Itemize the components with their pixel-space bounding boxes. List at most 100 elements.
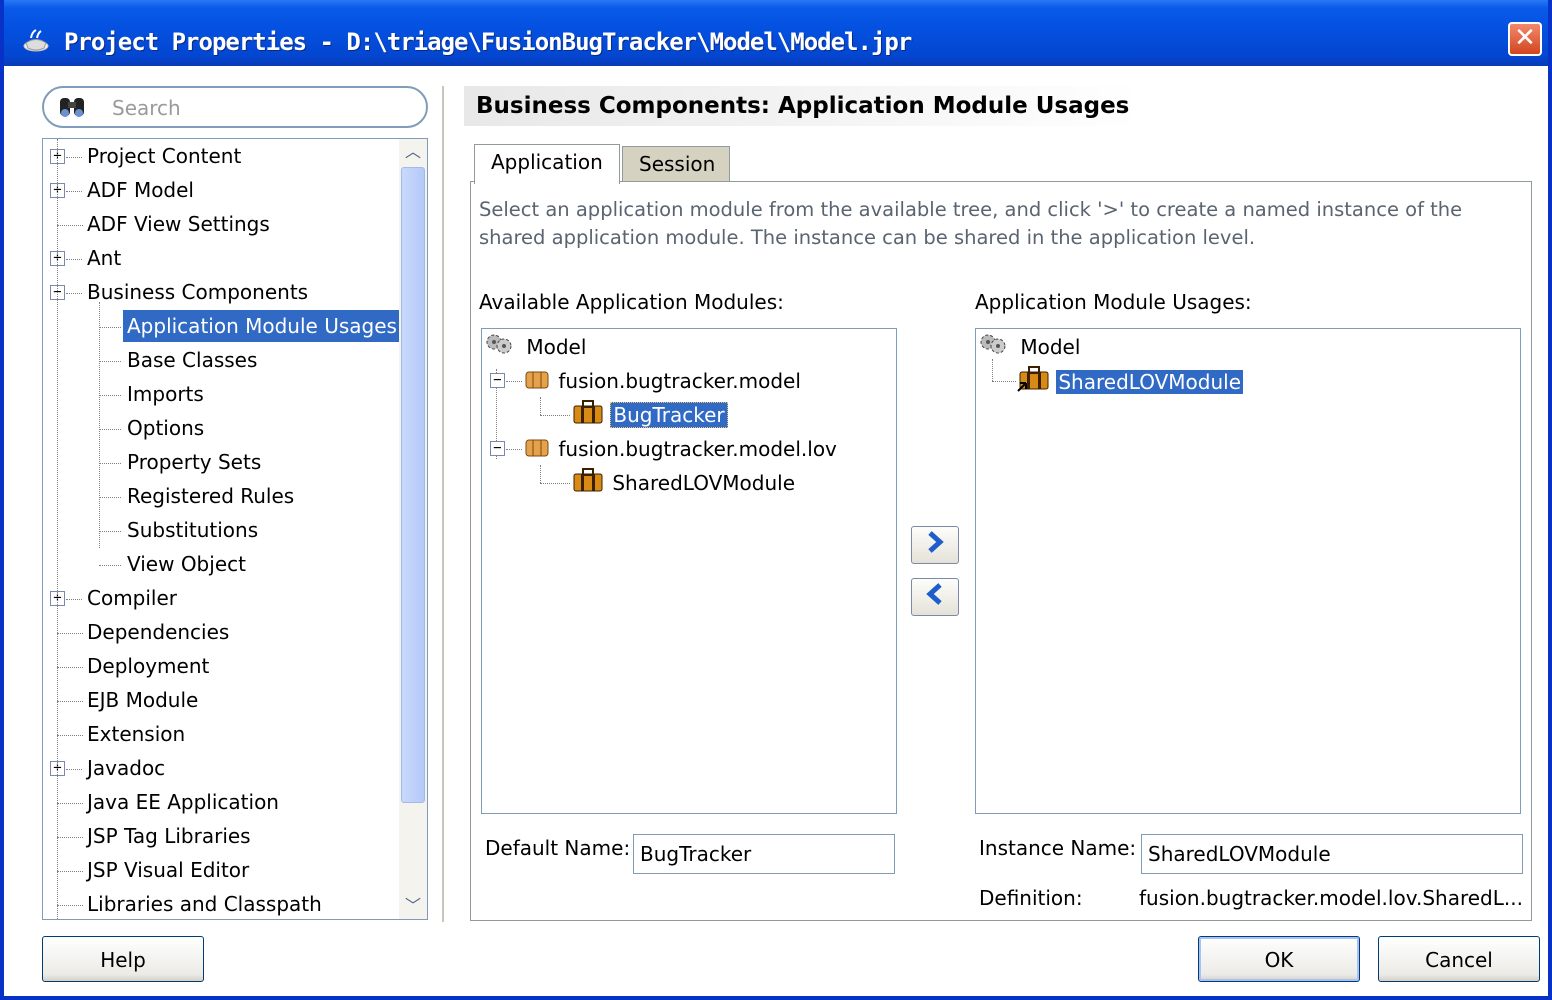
ok-button[interactable]: OK [1198,936,1360,982]
tree-usage-sharedlovmodule[interactable]: SharedLOVModule [1016,365,1243,397]
model-gears-icon [484,332,518,365]
tree-connector [57,225,83,226]
nav-item[interactable]: Application Module Usages [123,310,401,342]
tree-connector [99,327,121,328]
tree-package-model[interactable]: fusion.bugtracker.model [524,365,803,397]
dialog-footer: Help OK Cancel [4,926,1548,996]
tree-module-sharedlovmodule[interactable]: SharedLOVModule [572,467,797,499]
tree-connector [99,531,121,532]
nav-item[interactable]: Extension [83,718,189,750]
nav-item[interactable]: Libraries and Classpath [83,888,326,919]
navigation-pane: +Project Content+ADF ModelADF View Setti… [4,66,442,926]
nav-item[interactable]: View Object [123,548,250,580]
tree-connector [540,483,570,484]
definition-value: fusion.bugtracker.model.lov.SharedL... [1139,886,1523,910]
nav-item[interactable]: JSP Visual Editor [83,854,253,886]
tree-root-label: Model [1020,335,1081,359]
tree-connector [540,465,541,483]
tree-connector [66,769,82,770]
project-properties-dialog: Project Properties - D:\triage\FusionBug… [0,0,1552,1000]
tree-connector [57,667,83,668]
close-button[interactable]: ✕ [1508,22,1542,56]
tree-root-label: Model [526,335,587,359]
nav-item[interactable]: ADF View Settings [83,208,274,240]
nav-item[interactable]: JSP Tag Libraries [83,820,255,852]
available-modules-label: Available Application Modules: [479,290,784,314]
nav-item[interactable]: Property Sets [123,446,265,478]
nav-item[interactable]: Javadoc [83,752,169,784]
nav-item[interactable]: Dependencies [83,616,233,648]
chevron-left-icon [926,583,942,605]
nav-item[interactable]: Imports [123,378,208,410]
search-input[interactable] [110,94,410,122]
tree-connector [66,259,82,260]
tree-module-bugtracker[interactable]: BugTracker [572,399,728,431]
tab-application[interactable]: Application [474,144,620,184]
nav-item[interactable]: Substitutions [123,514,262,546]
tree-connector [57,905,83,906]
nav-item[interactable]: Options [123,412,208,444]
dialog-body: +Project Content+ADF ModelADF View Setti… [4,66,1548,996]
tree-connector [57,633,83,634]
tree-connector [540,415,570,416]
package-icon [524,435,550,467]
instance-name-field[interactable] [1141,834,1523,874]
tree-connector [99,429,121,430]
package-icon [524,367,550,399]
tree-connector [57,701,83,702]
tree-connector [506,381,522,382]
tree-package-model-lov[interactable]: fusion.bugtracker.model.lov [524,433,839,465]
nav-item[interactable]: Project Content [83,140,245,172]
tree-connector [57,735,83,736]
available-modules-tree[interactable]: Model − fusion.bugtracker.model BugTrack… [481,328,897,814]
remove-usage-button[interactable] [911,578,959,616]
tree-connector [540,397,541,415]
scroll-up-button[interactable]: ︿ [401,139,425,165]
expander-package-model-lov[interactable]: − [490,441,505,456]
navigation-scrollbar[interactable]: ︿ ﹀ [399,139,427,919]
nav-item[interactable]: Base Classes [123,344,261,376]
package-label: fusion.bugtracker.model [558,369,801,393]
module-label: SharedLOVModule [612,471,795,495]
tab-panel: Select an application module from the av… [470,181,1532,921]
tree-connector [57,139,58,919]
nav-item[interactable]: ADF Model [83,174,198,206]
tree-root-model[interactable]: Model [978,331,1082,363]
cancel-button[interactable]: Cancel [1378,936,1540,982]
nav-item[interactable]: Registered Rules [123,480,298,512]
tree-connector [57,871,83,872]
navigation-tree[interactable]: + Project Content + ADF Model ADF View Setti… [42,138,428,920]
tree-connector [66,157,82,158]
expander-package-model[interactable]: − [490,373,505,388]
default-name-field[interactable] [633,834,895,874]
help-button[interactable]: Help [42,936,204,982]
shared-module-icon [1016,365,1050,402]
nav-item[interactable]: Business Components [83,276,312,308]
tree-connector [99,565,121,566]
scroll-thumb[interactable] [401,167,425,803]
module-usages-tree[interactable]: Model SharedLOVModule [975,328,1521,814]
briefcase-icon [572,399,604,434]
nav-item[interactable]: Java EE Application [83,786,283,818]
tree-connector [99,497,121,498]
nav-item[interactable]: Compiler [83,582,181,614]
tree-root-model[interactable]: Model [484,331,588,363]
tab-session[interactable]: Session [622,146,730,182]
scroll-down-button[interactable]: ﹀ [401,893,425,919]
tree-connector [99,361,121,362]
nav-item[interactable]: EJB Module [83,684,202,716]
add-usage-button[interactable] [911,526,959,564]
model-gears-icon [978,332,1012,365]
nav-item[interactable]: Ant [83,242,125,274]
tree-connector [57,837,83,838]
tree-connector [66,293,82,294]
search-box[interactable] [42,86,428,128]
description-text: Select an application module from the av… [479,198,1463,249]
nav-item[interactable]: Deployment [83,650,213,682]
tree-connector [506,449,522,450]
tree-connector [57,803,83,804]
tree-connector [66,191,82,192]
tree-connector [992,359,993,381]
title-bar[interactable]: Project Properties - D:\triage\FusionBug… [4,0,1548,66]
briefcase-icon [572,467,604,502]
